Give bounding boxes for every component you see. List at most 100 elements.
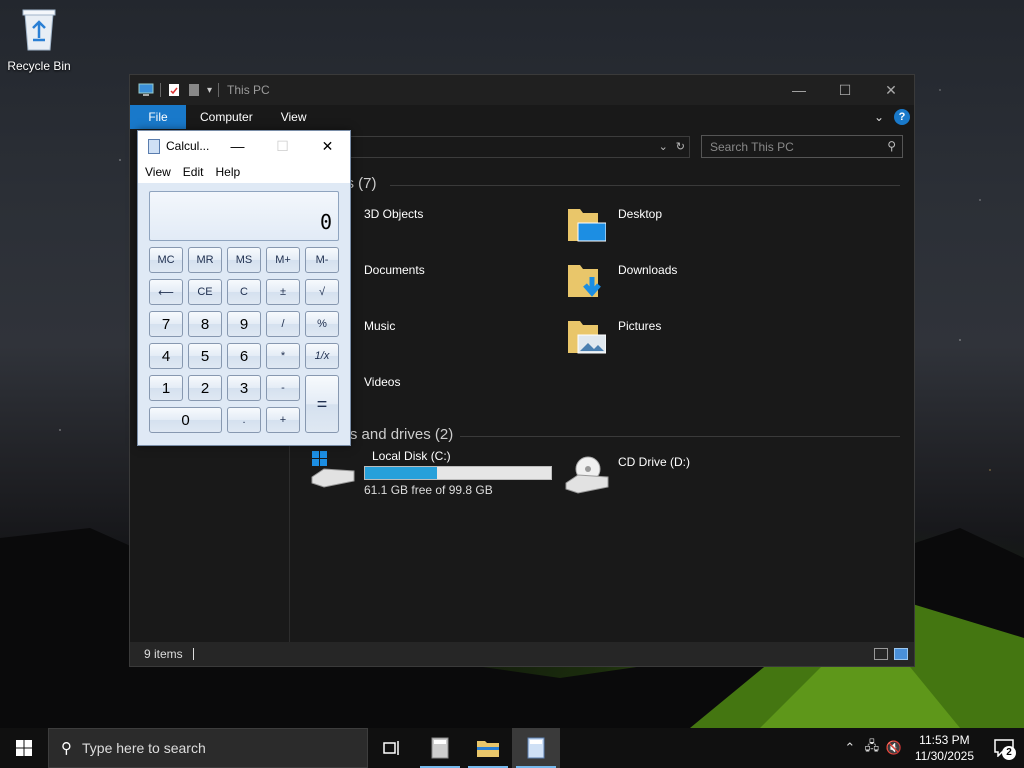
tab-computer[interactable]: Computer xyxy=(186,105,267,129)
properties-icon[interactable] xyxy=(167,83,181,97)
volume-muted-icon[interactable]: 🔇 xyxy=(883,740,905,756)
memory-store-button[interactable]: MS xyxy=(227,247,261,273)
memory-add-button[interactable]: M+ xyxy=(266,247,300,273)
refresh-icon[interactable]: ↻ xyxy=(676,140,685,153)
square-root-button[interactable]: √ xyxy=(305,279,339,305)
clear-entry-button[interactable]: CE xyxy=(188,279,222,305)
folder-name: Music xyxy=(364,319,396,333)
equals-button[interactable]: = xyxy=(305,375,339,433)
folder-desktop[interactable]: Desktop xyxy=(566,203,662,247)
start-button[interactable] xyxy=(0,728,48,768)
help-icon[interactable]: ? xyxy=(894,109,910,125)
folder-name: Documents xyxy=(364,263,425,277)
calculator-title-bar[interactable]: Calcul... — ☐ ✕ xyxy=(138,131,350,161)
menu-help[interactable]: Help xyxy=(215,165,240,179)
address-dropdown-icon[interactable]: ⌄ xyxy=(659,140,668,153)
content-pane: Folders (7) 3D Objects Desktop Documents… xyxy=(290,165,914,645)
divide-button[interactable]: / xyxy=(266,311,300,337)
title-separator xyxy=(160,83,161,97)
show-hidden-icons-icon[interactable]: ⌃ xyxy=(839,740,861,756)
close-button[interactable]: ✕ xyxy=(305,138,350,155)
digit-4-button[interactable]: 4 xyxy=(149,343,183,369)
menu-edit[interactable]: Edit xyxy=(183,165,204,179)
downloads-folder-icon xyxy=(568,265,601,297)
drive-name: Local Disk (C:) xyxy=(372,449,451,463)
status-separator xyxy=(192,648,194,660)
digit-9-button[interactable]: 9 xyxy=(227,311,261,337)
digit-1-button[interactable]: 1 xyxy=(149,375,183,401)
customize-quick-access-icon[interactable]: ▾ xyxy=(207,85,212,96)
taskbar-search-box[interactable]: ⚲ Type here to search xyxy=(48,728,368,768)
negate-button[interactable]: ± xyxy=(266,279,300,305)
drive-free-space: 61.1 GB free of 99.8 GB xyxy=(364,483,493,497)
add-button[interactable]: + xyxy=(266,407,300,433)
clear-button[interactable]: C xyxy=(227,279,261,305)
action-center-button[interactable]: 2 xyxy=(984,728,1024,768)
drive-d[interactable]: CD Drive (D:) xyxy=(564,455,690,495)
new-folder-icon[interactable] xyxy=(187,83,201,97)
digit-0-button[interactable]: 0 xyxy=(149,407,222,433)
pictures-folder-icon xyxy=(568,321,606,354)
memory-clear-button[interactable]: MC xyxy=(149,247,183,273)
windows-logo-icon xyxy=(16,740,32,756)
display-value: 0 xyxy=(319,210,332,234)
search-placeholder: Search This PC xyxy=(710,140,794,154)
folder-pictures[interactable]: Pictures xyxy=(566,315,661,359)
recycle-bin-shortcut[interactable]: Recycle Bin xyxy=(4,6,74,73)
drive-c[interactable]: Local Disk (C:) 61.1 GB free of 99.8 GB xyxy=(310,449,552,497)
expand-ribbon-icon[interactable]: ⌄ xyxy=(874,110,884,124)
taskbar-calculator-app-active[interactable] xyxy=(512,728,560,768)
memory-recall-button[interactable]: MR xyxy=(188,247,222,273)
this-pc-icon xyxy=(138,83,154,96)
folder-name: Videos xyxy=(364,375,401,389)
large-icons-view-icon[interactable] xyxy=(894,648,908,660)
taskbar-file-explorer-app[interactable] xyxy=(464,728,512,768)
subtract-button[interactable]: - xyxy=(266,375,300,401)
close-button[interactable]: ✕ xyxy=(868,75,914,105)
calculator-menu-bar: View Edit Help xyxy=(138,161,350,183)
minimize-button[interactable]: — xyxy=(776,75,822,105)
digit-2-button[interactable]: 2 xyxy=(188,375,222,401)
maximize-button[interactable]: ☐ xyxy=(822,75,868,105)
digit-8-button[interactable]: 8 xyxy=(188,311,222,337)
decimal-button[interactable]: . xyxy=(227,407,261,433)
menu-view[interactable]: View xyxy=(145,165,171,179)
digit-6-button[interactable]: 6 xyxy=(227,343,261,369)
reciprocal-button[interactable]: 1/x xyxy=(305,343,339,369)
search-icon: ⚲ xyxy=(887,139,896,153)
section-divider xyxy=(390,185,900,186)
network-icon[interactable]: 🖧 xyxy=(861,737,883,759)
status-bar: 9 items xyxy=(130,642,914,666)
address-bar[interactable]: ⌄ ↻ xyxy=(340,136,690,158)
folder-name: Downloads xyxy=(618,263,678,277)
tab-view[interactable]: View xyxy=(267,105,321,129)
taskbar-calculator-app[interactable] xyxy=(416,728,464,768)
explorer-title-bar[interactable]: ▾ This PC — ☐ ✕ xyxy=(130,75,914,105)
memory-subtract-button[interactable]: M- xyxy=(305,247,339,273)
local-disk-icon xyxy=(311,451,355,488)
task-view-button[interactable] xyxy=(368,728,416,768)
section-divider xyxy=(460,436,900,437)
tab-file[interactable]: File xyxy=(130,105,186,129)
clock[interactable]: 11:53 PM 11/30/2025 xyxy=(905,732,984,764)
drive-usage-fill xyxy=(365,467,438,479)
digit-7-button[interactable]: 7 xyxy=(149,311,183,337)
item-count: 9 items xyxy=(144,647,183,661)
digit-3-button[interactable]: 3 xyxy=(227,375,261,401)
backspace-button[interactable]: ⟵ xyxy=(149,279,183,305)
search-input[interactable]: Search This PC ⚲ xyxy=(701,135,903,158)
recycle-bin-icon xyxy=(22,9,56,51)
multiply-button[interactable]: * xyxy=(266,343,300,369)
task-view-icon xyxy=(383,741,399,755)
details-view-icon[interactable] xyxy=(874,648,888,660)
percent-button[interactable]: % xyxy=(305,311,339,337)
digit-5-button[interactable]: 5 xyxy=(188,343,222,369)
calculator-app-icon xyxy=(431,737,449,759)
minimize-button[interactable]: — xyxy=(215,138,260,155)
calculator-window: Calcul... — ☐ ✕ View Edit Help 0 MC MR M… xyxy=(137,130,351,446)
file-explorer-icon xyxy=(477,741,499,757)
notification-count-badge: 2 xyxy=(1002,746,1016,760)
title-separator xyxy=(218,83,220,97)
calculator-icon xyxy=(148,138,160,154)
folder-downloads[interactable]: Downloads xyxy=(566,259,677,303)
